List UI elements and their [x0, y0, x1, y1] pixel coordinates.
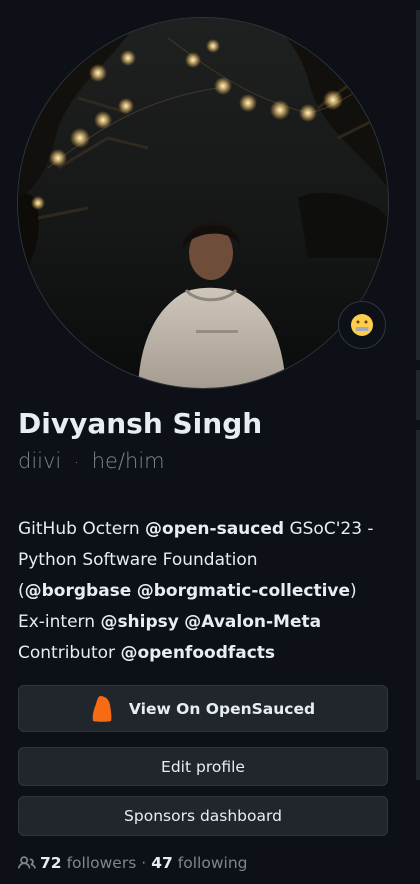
adjacent-panel-edge	[416, 430, 420, 780]
bio-org-mention[interactable]: @open-sauced	[145, 519, 284, 539]
bio-text: (	[18, 581, 25, 601]
avatar-photo	[18, 18, 388, 388]
followers-count: 72	[40, 854, 62, 872]
people-icon	[18, 856, 36, 869]
bio-text: Ex-intern	[18, 612, 101, 632]
bio-text: Python Software Foundation	[18, 550, 258, 570]
profile-name: Divyansh Singh	[18, 407, 263, 440]
adjacent-panel-edge	[416, 370, 420, 420]
bio-text: GSoC'23 -	[284, 519, 374, 539]
following-link[interactable]: 47 following	[151, 854, 247, 872]
zipper-mouth-emoji-icon	[351, 314, 373, 336]
profile-login-line: diivi · he/him	[18, 446, 165, 478]
bio-org-mention[interactable]: @shipsy	[100, 612, 178, 632]
bio-org-mention[interactable]: @borgbase	[25, 581, 132, 601]
avatar[interactable]	[18, 18, 388, 388]
bio-org-mention[interactable]: @borgmatic-collective	[137, 581, 350, 601]
profile-login: diivi	[18, 449, 62, 473]
profile-bio: GitHub Octern @open-sauced GSoC'23 - Pyt…	[18, 514, 402, 669]
followers-label: followers	[66, 854, 137, 872]
followers-link[interactable]: 72 followers	[40, 854, 136, 872]
adjacent-panel-edge	[416, 10, 420, 360]
bio-text: GitHub Octern	[18, 519, 146, 539]
sponsors-dashboard-button[interactable]: Sponsors dashboard	[18, 796, 388, 836]
avatar-container	[18, 18, 388, 388]
login-separator: ·	[73, 453, 80, 472]
sponsors-dashboard-label: Sponsors dashboard	[124, 807, 282, 825]
bio-text: )	[350, 581, 357, 601]
bio-org-mention[interactable]: @Avalon-Meta	[184, 612, 321, 632]
opensauced-flame-icon	[92, 695, 112, 722]
edit-profile-label: Edit profile	[161, 757, 245, 776]
following-label: following	[177, 854, 248, 872]
follow-stats: 72 followers · 47 following	[18, 850, 247, 876]
bio-org-mention[interactable]: @openfoodfacts	[120, 643, 275, 663]
edit-profile-button[interactable]: Edit profile	[18, 747, 388, 786]
profile-sidebar: Divyansh Singh diivi · he/him GitHub Oct…	[0, 0, 420, 884]
profile-pronouns: he/him	[91, 449, 165, 473]
following-count: 47	[151, 854, 173, 872]
view-on-opensauced-button[interactable]: View On OpenSauced	[18, 685, 388, 732]
view-on-opensauced-label: View On OpenSauced	[128, 699, 316, 718]
follow-separator: ·	[141, 854, 147, 872]
bio-text: Contributor	[18, 643, 121, 663]
status-badge[interactable]	[338, 301, 386, 349]
